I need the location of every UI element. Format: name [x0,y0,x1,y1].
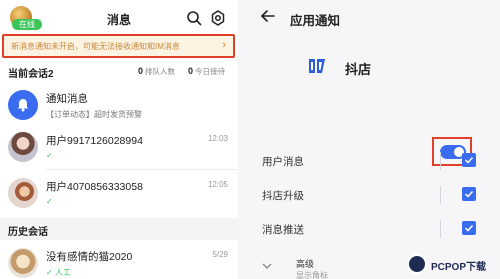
message-panel: 在线 消息 新消息通知未开启，可能无法接收通知和IM消息 › 当前会话2 0 排队… [0,0,238,279]
list-item-preview: 【订单动态】超时发货预警 [46,110,142,119]
bell-icon [8,90,38,120]
read-check-icon: ✓ [46,197,53,206]
queue-count: 0 [138,66,144,76]
setting-row-user-messages[interactable]: 用户消息 [238,150,500,172]
current-sessions-title: 当前会话2 [8,69,54,80]
list-item-time: 12:05 [207,180,228,189]
read-check-icon: ✓ [46,151,53,160]
banner-text: 新消息通知未开启，可能无法接收通知和IM消息 [11,42,180,51]
list-item-time: 5/29 [212,250,228,259]
check-icon [464,190,474,198]
checkbox-app-upgrade[interactable] [462,187,476,201]
back-arrow-icon[interactable] [260,8,276,24]
app-logo-icon [309,59,325,73]
divider [440,186,441,204]
list-item-name: 用户4070856333058 [46,181,143,193]
setting-label: 用户消息 [262,156,304,168]
checkbox-user-messages[interactable] [462,153,476,167]
list-item-user[interactable]: 用户4070856333058 ✓ 12:05 [0,170,238,216]
list-item-name: 用户9917126028994 [46,135,143,147]
app-notification-panel: 应用通知 抖店 用户消息 抖店升级 消息推送 高级 显示角标 [238,0,500,279]
search-icon[interactable] [186,10,202,26]
watermark-logo-icon [407,254,427,274]
list-item-user[interactable]: 用户9917126028994 ✓ 12:03 [0,124,238,170]
check-icon [464,224,474,232]
setting-row-app-upgrade[interactable]: 抖店升级 [238,184,500,206]
page-title: 消息 [106,13,131,27]
current-sessions-header: 当前会话2 0 排队人数 0 今日接待 [0,60,238,82]
site-watermark: PCPOP下载 [407,252,497,276]
divider [440,220,441,238]
queue-label: 排队人数 [145,67,176,76]
divider [440,152,441,170]
chevron-right-icon: › [222,39,226,51]
list-item-notification[interactable]: 通知消息 【订单动态】超时发货预警 [0,82,238,128]
watermark-text: PCPOP下载 [431,262,487,273]
checkbox-push[interactable] [462,221,476,235]
avatar [8,248,38,278]
list-item-name: 没有感情的猫2020 [46,251,133,263]
chevron-down-icon[interactable] [262,262,272,270]
list-item-tag: ✓ 人工 [46,268,71,277]
advanced-label[interactable]: 高级 [296,257,314,270]
advanced-subtitle: 显示角标 [296,271,328,279]
app-name: 抖店 [345,62,372,77]
today-stat: 0 今日接待 [188,66,225,77]
list-item-time: 12:03 [207,134,228,143]
avatar [8,132,38,162]
list-item-user[interactable]: 没有感情的猫2020 ✓ 人工 5/29 [0,240,238,279]
setting-row-push[interactable]: 消息推送 [238,218,500,240]
message-header: 在线 消息 [0,0,238,36]
setting-label: 消息推送 [262,224,304,236]
list-item-name: 通知消息 [46,93,88,105]
check-icon [464,156,474,164]
queue-stat: 0 排队人数 [138,66,175,77]
page-title: 应用通知 [290,14,341,28]
today-label: 今日接待 [195,67,226,76]
today-count: 0 [188,66,194,76]
history-sessions-title: 历史会话 [8,227,48,238]
avatar [8,178,38,208]
gear-icon[interactable] [210,10,226,26]
setting-label: 抖店升级 [262,190,304,202]
notification-disabled-banner[interactable]: 新消息通知未开启，可能无法接收通知和IM消息 › [2,34,235,58]
history-sessions-header: 历史会话 [0,218,238,240]
